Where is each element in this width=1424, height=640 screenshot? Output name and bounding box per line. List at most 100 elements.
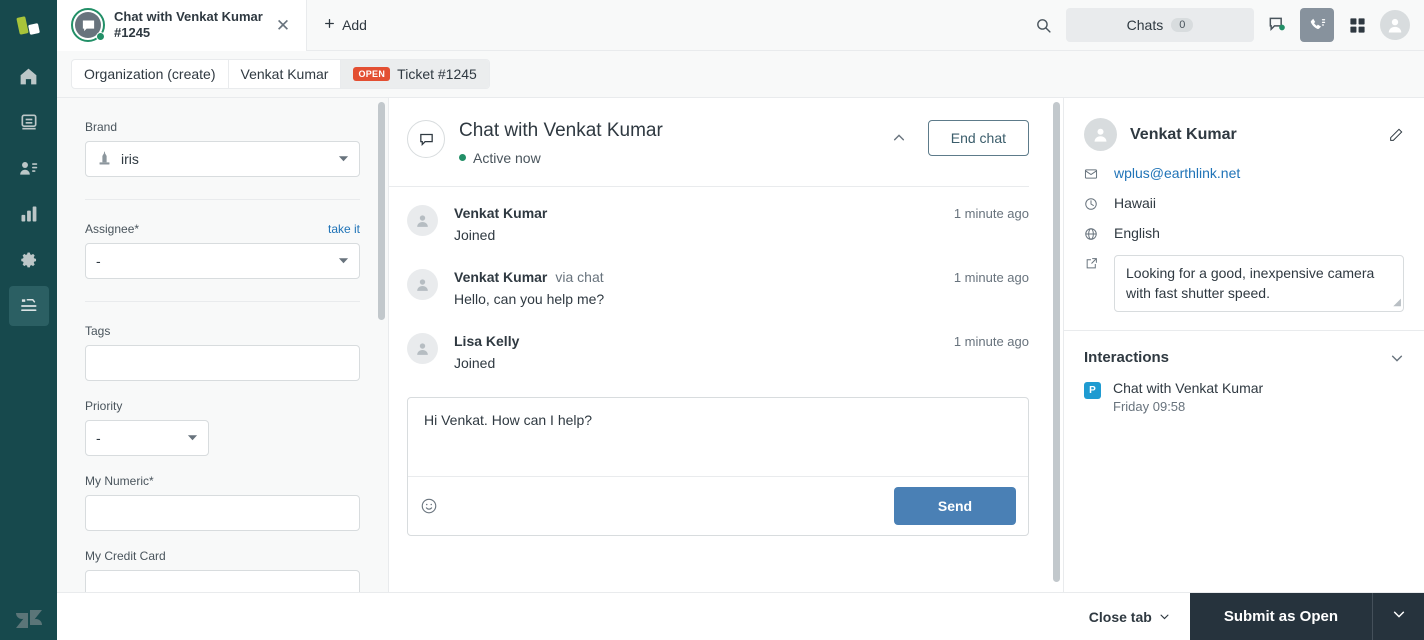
user-avatar-icon (1084, 118, 1117, 151)
tab-subtitle: #1245 (114, 25, 263, 41)
chevron-down-icon (338, 151, 349, 167)
page-title: Chat with Venkat Kumar (459, 120, 663, 143)
message-timestamp: 1 minute ago (954, 206, 1029, 221)
ticket-properties-pane: Brand iris (57, 98, 389, 592)
interaction-timestamp: Friday 09:58 (1113, 399, 1263, 414)
close-icon[interactable]: ✕ (272, 17, 294, 34)
submit-options-caret[interactable] (1372, 593, 1424, 640)
user-avatar-icon (407, 205, 438, 236)
apps-grid-icon[interactable] (1340, 8, 1374, 42)
sidebar-item-views[interactable] (9, 102, 49, 142)
message-header: Venkat Kumar 1 minute ago (454, 205, 1029, 221)
close-tab-label: Close tab (1089, 609, 1152, 625)
interactions-section: Interactions P Chat with Venkat Kumar Fr… (1064, 331, 1424, 414)
search-icon[interactable] (1026, 8, 1060, 42)
envelope-icon (1084, 165, 1098, 181)
breadcrumb: Organization (create) Venkat Kumar OPEN … (71, 59, 490, 89)
add-tab-button[interactable]: Add (307, 0, 383, 50)
customer-timezone-row: Hawaii (1084, 195, 1404, 211)
status-badge: OPEN (353, 67, 390, 81)
scrollbar-thumb[interactable] (1053, 102, 1060, 582)
online-status-dot (96, 32, 105, 41)
phone-call-icon[interactable] (1300, 8, 1334, 42)
chevron-down-icon (1392, 607, 1406, 626)
note-icon (1084, 255, 1098, 270)
app-root: Chat with Venkat Kumar #1245 ✕ Add (0, 0, 1424, 640)
numeric-input[interactable] (85, 495, 360, 531)
tab-text: Chat with Venkat Kumar #1245 (114, 9, 263, 42)
user-avatar-icon[interactable] (1380, 10, 1410, 40)
main-column: Chat with Venkat Kumar #1245 ✕ Add (57, 0, 1424, 640)
sidebar-item-admin[interactable] (9, 240, 49, 280)
message-text: Hello, can you help me? (454, 291, 1029, 307)
send-button[interactable]: Send (894, 487, 1016, 525)
priority-value: - (96, 430, 101, 446)
tab-bar: Chat with Venkat Kumar #1245 ✕ Add (57, 0, 1424, 51)
submit-as-open-button[interactable]: Submit as Open (1190, 593, 1372, 640)
chevron-down-icon (338, 253, 349, 269)
field-group-priority: Priority - (85, 399, 360, 456)
ticket-action-bar: Close tab Submit as Open (57, 592, 1424, 640)
emoji-smiley-icon[interactable] (420, 497, 438, 515)
message-input[interactable] (408, 398, 1028, 476)
chevron-down-icon[interactable] (1390, 351, 1404, 365)
add-tab-label: Add (342, 17, 367, 33)
interaction-item[interactable]: P Chat with Venkat Kumar Friday 09:58 (1064, 366, 1424, 414)
customer-email[interactable]: wplus@earthlink.net (1114, 165, 1240, 181)
numeric-label: My Numeric* (85, 474, 360, 488)
message-text: Joined (454, 355, 1029, 371)
user-avatar-icon (407, 269, 438, 300)
scrollbar-thumb[interactable] (378, 102, 385, 320)
breadcrumb-item-ticket[interactable]: OPEN Ticket #1245 (341, 60, 488, 88)
breadcrumb-item-requester[interactable]: Venkat Kumar (229, 60, 342, 88)
chats-count-badge: 0 (1171, 18, 1193, 32)
chat-header-actions: End chat (888, 120, 1029, 156)
chevron-down-icon (1159, 609, 1170, 625)
sidebar-item-views-list[interactable] (9, 286, 49, 326)
sidebar-item-home[interactable] (9, 56, 49, 96)
priority-label: Priority (85, 399, 360, 413)
message-header: Lisa Kelly 1 minute ago (454, 333, 1029, 349)
chat-status-label: Active now (473, 150, 541, 166)
field-group-assignee: Assignee* take it - (85, 222, 360, 302)
credit-card-input[interactable] (85, 570, 360, 592)
sidebar-item-reporting[interactable] (9, 194, 49, 234)
brand-building-icon (96, 151, 113, 168)
close-tab-button[interactable]: Close tab (1069, 609, 1190, 625)
chat-pane-inner: Chat with Venkat Kumar Active now (389, 98, 1063, 592)
priority-select[interactable]: - (85, 420, 209, 456)
chat-header: Chat with Venkat Kumar Active now (389, 98, 1029, 187)
sidebar-item-customers[interactable] (9, 148, 49, 188)
customer-note-row: Looking for a good, inexpensive camera w… (1084, 255, 1404, 312)
brand-label: Brand (85, 120, 360, 134)
pencil-edit-icon[interactable] (1388, 127, 1404, 143)
tab-chat-venkat-kumar[interactable]: Chat with Venkat Kumar #1245 ✕ (57, 0, 307, 50)
chat-pane-scrollbar[interactable] (1053, 102, 1060, 588)
left-pane-scrollbar[interactable] (378, 102, 385, 588)
chats-label: Chats (1127, 17, 1164, 33)
submit-button-group: Submit as Open (1190, 593, 1424, 640)
message-body: Venkat Kumar 1 minute ago Joined (454, 205, 1029, 243)
breadcrumb-bar: Organization (create) Venkat Kumar OPEN … (57, 51, 1424, 98)
chats-status-pill[interactable]: Chats 0 (1066, 8, 1254, 42)
take-it-link[interactable]: take it (328, 222, 360, 236)
brand-select[interactable]: iris (85, 141, 360, 177)
message-channel: via chat (555, 269, 603, 285)
chevron-up-icon[interactable] (888, 127, 910, 149)
message-timestamp: 1 minute ago (954, 334, 1029, 349)
end-chat-button[interactable]: End chat (928, 120, 1029, 156)
resize-grip-icon[interactable]: ◢ (1393, 296, 1401, 310)
global-nav-rail (0, 0, 57, 640)
chat-notification-icon[interactable] (1260, 8, 1294, 42)
product-logo-icon[interactable] (0, 0, 57, 51)
customer-email-row: wplus@earthlink.net (1084, 165, 1404, 181)
customer-details-section: Venkat Kumar wplus@ (1064, 98, 1424, 331)
tags-input[interactable] (85, 345, 360, 381)
chat-bubble-icon (407, 120, 445, 158)
interaction-title: Chat with Venkat Kumar (1113, 380, 1263, 396)
message-text: Joined (454, 227, 1029, 243)
breadcrumb-item-organization[interactable]: Organization (create) (72, 60, 229, 88)
brand-value: iris (121, 151, 139, 167)
assignee-select[interactable]: - (85, 243, 360, 279)
customer-note-input[interactable]: Looking for a good, inexpensive camera w… (1114, 255, 1404, 312)
